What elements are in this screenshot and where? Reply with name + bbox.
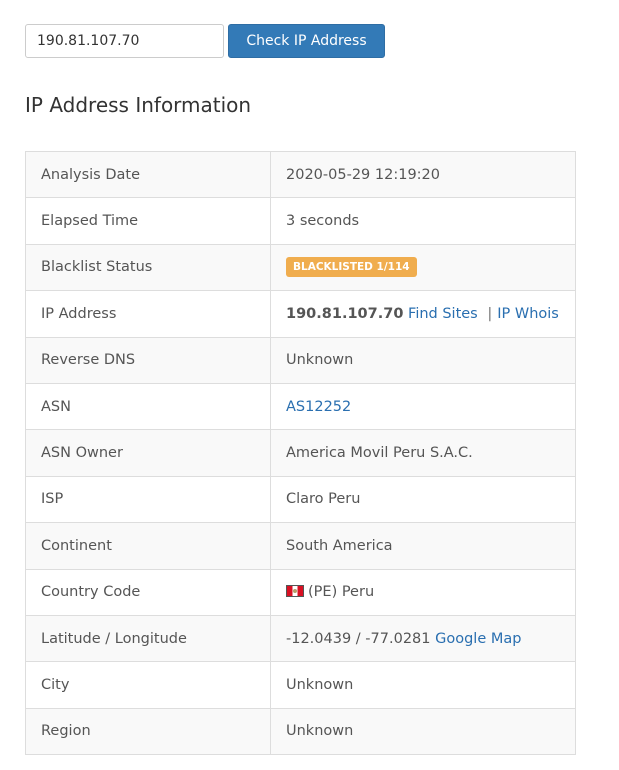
asn-cell: AS12252 [270, 382, 576, 431]
table-row: ASN AS12252 [25, 382, 576, 431]
peru-flag-icon [286, 585, 304, 598]
analysis-date-label: Analysis Date [25, 150, 271, 199]
country-code-label: Country Code [25, 568, 271, 616]
continent-value: South America [270, 522, 576, 570]
table-row: ASN Owner America Movil Peru S.A.C. [25, 429, 576, 477]
table-row: Region Unknown [25, 707, 576, 756]
reverse-dns-label: Reverse DNS [25, 336, 271, 384]
section-title: IP Address Information [25, 93, 252, 117]
table-row: IP Address 190.81.107.70 Find Sites | IP … [25, 290, 576, 338]
city-label: City [25, 661, 271, 709]
asn-owner-label: ASN Owner [25, 429, 271, 477]
asn-owner-value: America Movil Peru S.A.C. [270, 429, 576, 477]
table-row: Latitude / Longitude -12.0439 / -77.0281… [25, 614, 576, 663]
table-row: Reverse DNS Unknown [25, 336, 576, 384]
country-code-cell: (PE) Peru [270, 568, 576, 616]
table-row: Country Code (PE) Peru [25, 568, 576, 616]
ip-address-cell: 190.81.107.70 Find Sites | IP Whois [270, 290, 576, 338]
ip-whois-link[interactable]: IP Whois [497, 306, 559, 322]
isp-value: Claro Peru [270, 475, 576, 524]
table-row: Continent South America [25, 522, 576, 570]
blacklist-status-cell: BLACKLISTED 1/114 [270, 243, 576, 292]
ip-address-input[interactable] [25, 24, 224, 58]
ip-info-table: Analysis Date 2020-05-29 12:19:20 Elapse… [25, 150, 576, 756]
check-ip-button[interactable]: Check IP Address [228, 24, 385, 58]
elapsed-time-label: Elapsed Time [25, 197, 271, 245]
find-sites-link[interactable]: Find Sites [408, 306, 478, 322]
region-value: Unknown [270, 707, 576, 756]
isp-label: ISP [25, 475, 271, 524]
ip-address-value: 190.81.107.70 [286, 305, 404, 322]
blacklist-status-badge: BLACKLISTED 1/114 [286, 257, 417, 278]
table-row: Elapsed Time 3 seconds [25, 197, 576, 245]
region-label: Region [25, 707, 271, 756]
table-row: Analysis Date 2020-05-29 12:19:20 [25, 150, 576, 199]
ip-address-label: IP Address [25, 290, 271, 338]
blacklist-status-label: Blacklist Status [25, 243, 271, 292]
asn-link[interactable]: AS12252 [286, 399, 351, 415]
table-row: Blacklist Status BLACKLISTED 1/114 [25, 243, 576, 292]
city-value: Unknown [270, 661, 576, 709]
country-code-value: (PE) Peru [308, 584, 375, 601]
lat-long-label: Latitude / Longitude [25, 614, 271, 663]
lat-long-value: -12.0439 / -77.0281 [286, 630, 431, 647]
table-row: ISP Claro Peru [25, 475, 576, 524]
continent-label: Continent [25, 522, 271, 570]
table-row: City Unknown [25, 661, 576, 709]
asn-label: ASN [25, 382, 271, 431]
lat-long-cell: -12.0439 / -77.0281 Google Map [270, 614, 576, 663]
google-map-link[interactable]: Google Map [435, 631, 521, 647]
reverse-dns-value: Unknown [270, 336, 576, 384]
elapsed-time-value: 3 seconds [270, 197, 576, 245]
analysis-date-value: 2020-05-29 12:19:20 [270, 150, 576, 199]
link-separator: | [487, 305, 493, 322]
